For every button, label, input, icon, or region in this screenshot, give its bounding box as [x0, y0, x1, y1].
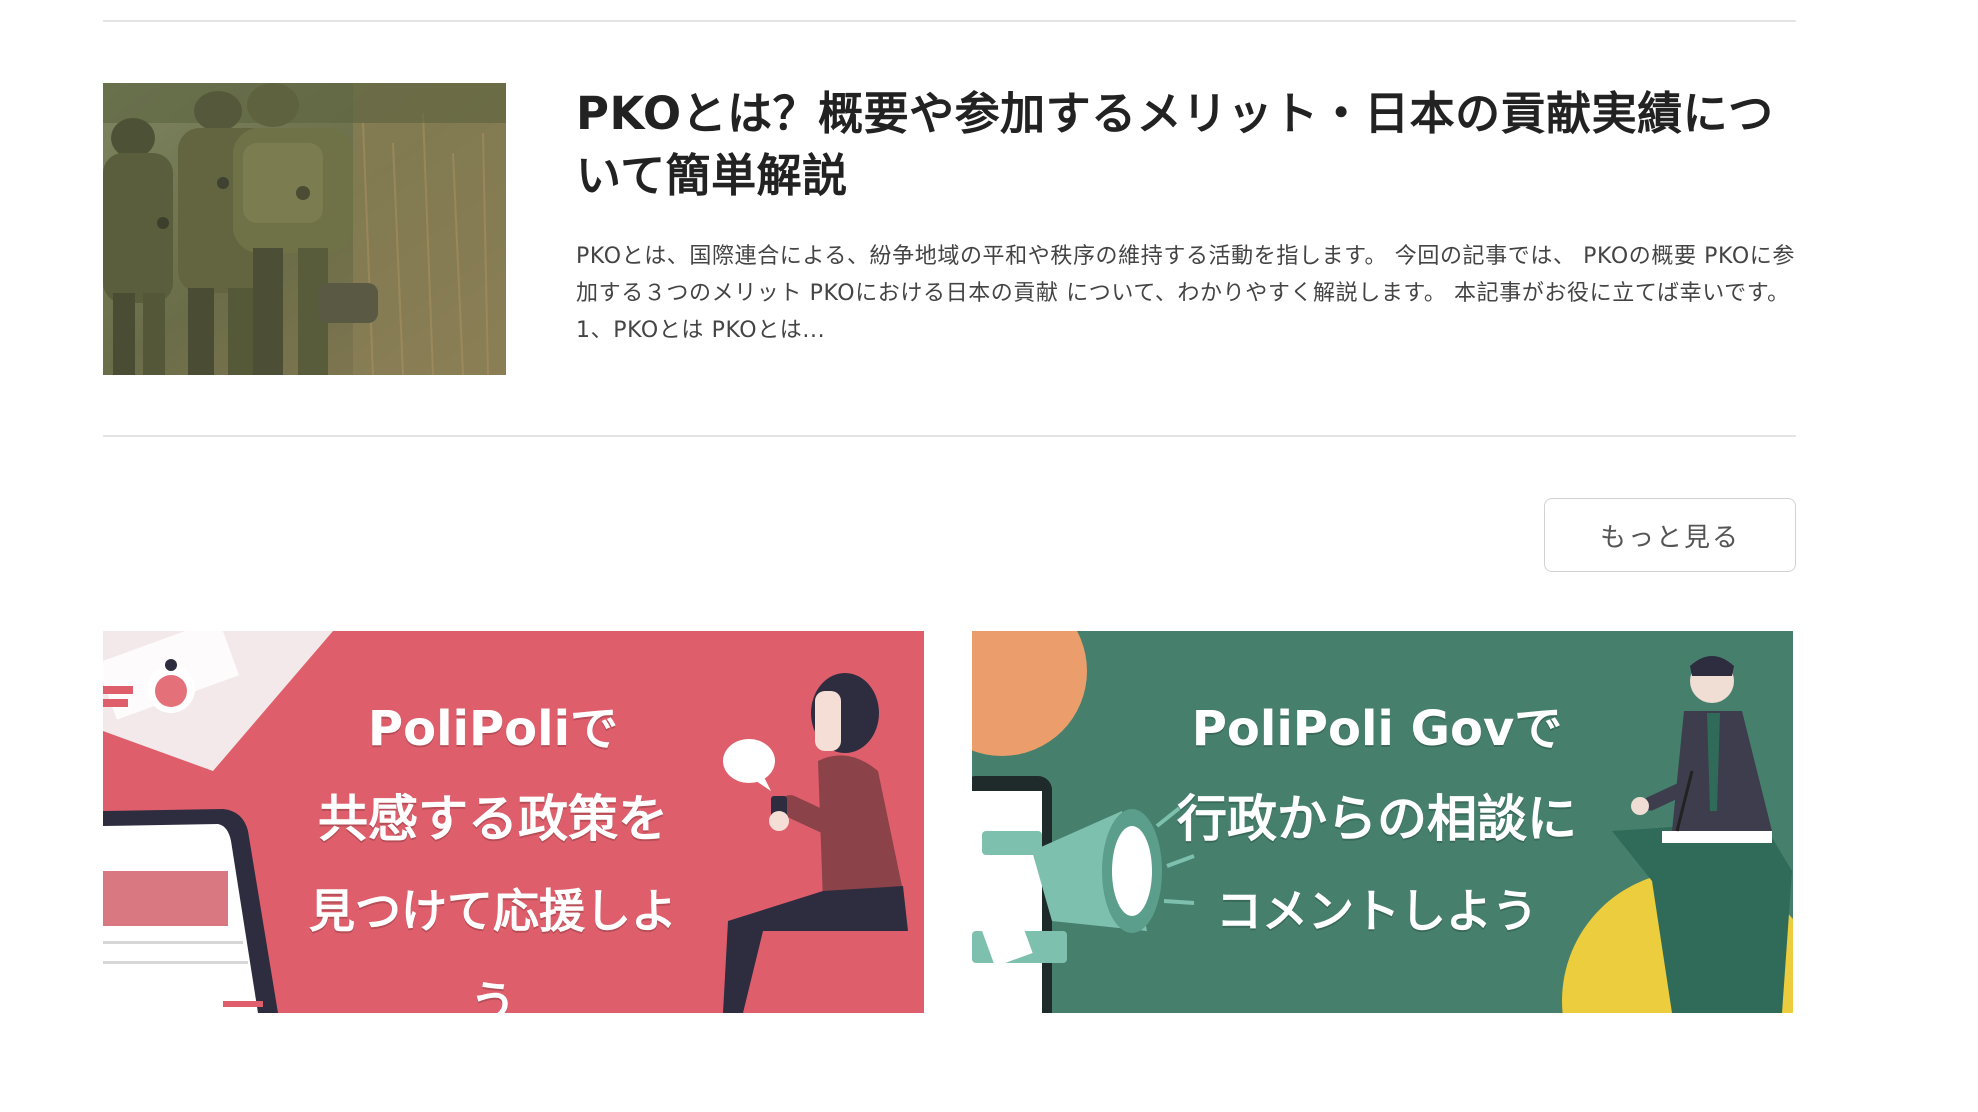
polipoli-banner-line1: PoliPoliで [367, 701, 619, 757]
polipoli-banner[interactable]: PoliPoliで 共感する政策を 見つけて応援しよう [103, 631, 924, 1013]
polipoli-gov-banner-line1: PoliPoli Govで [1191, 701, 1563, 757]
article-thumbnail[interactable] [103, 83, 506, 375]
polipoli-gov-banner-text: PoliPoli Govで 行政からの相談に コメントしよう [1162, 685, 1592, 957]
polipoli-gov-banner[interactable]: PoliPoli Govで 行政からの相談に コメントしよう [972, 631, 1793, 1013]
polipoli-banner-line2: 共感する政策を [318, 790, 668, 848]
article-title[interactable]: PKOとは？概要や参加するメリット・日本の貢献実績について簡単解説 [576, 83, 1796, 207]
polipoli-gov-banner-line2: 行政からの相談に [1177, 790, 1577, 848]
polipoli-banner-line3: 見つけて応援しよう [309, 884, 677, 1013]
polipoli-gov-banner-line3: コメントしよう [1216, 884, 1538, 938]
divider-bottom [103, 435, 1796, 437]
soldiers-photo [103, 83, 506, 375]
divider-top [103, 20, 1796, 22]
page: PKOとは？概要や参加するメリット・日本の貢献実績について簡単解説 PKOとは、… [0, 0, 1978, 1112]
article-excerpt: PKOとは、国際連合による、紛争地域の平和や秩序の維持する活動を指します。 今回… [576, 244, 1795, 343]
polipoli-banner-text: PoliPoliで 共感する政策を 見つけて応援しよう [293, 685, 693, 1013]
see-more-button[interactable]: もっと見る [1544, 498, 1796, 572]
article-card[interactable]: PKOとは？概要や参加するメリット・日本の貢献実績について簡単解説 PKOとは、… [103, 83, 1796, 375]
